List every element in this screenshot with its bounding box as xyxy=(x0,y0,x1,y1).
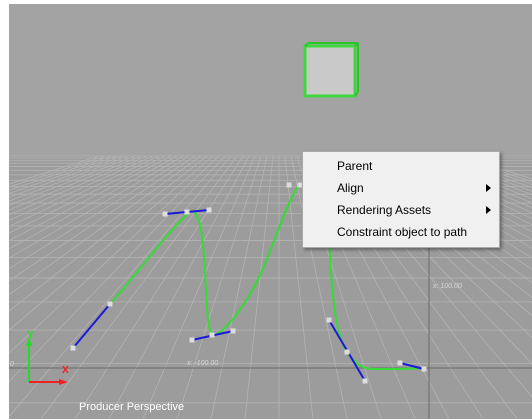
grid-line xyxy=(9,155,166,234)
axis-gizmo xyxy=(26,337,68,385)
context-menu-item-rendering-assets[interactable]: Rendering Assets xyxy=(303,200,499,220)
context-menu-item-align[interactable]: Align xyxy=(303,178,499,198)
submenu-arrow-icon xyxy=(486,206,491,214)
grid-line xyxy=(40,155,238,419)
grid-ruler-label-far-left: 0 xyxy=(10,361,14,368)
path-control-handle[interactable] xyxy=(107,301,113,307)
path-control-handle[interactable] xyxy=(286,182,292,188)
sky-background xyxy=(9,4,532,156)
menu-item-label: Align xyxy=(337,181,364,195)
x-axis-label: X xyxy=(62,365,69,376)
path-control-handle[interactable] xyxy=(326,317,332,323)
path-control-handle[interactable] xyxy=(189,337,195,343)
grid-line xyxy=(108,155,250,419)
menu-item-label: Rendering Assets xyxy=(337,203,432,217)
grid-line xyxy=(74,155,244,419)
path-control-handle[interactable] xyxy=(397,360,403,366)
grid-ruler-label-right: x: 100.00 xyxy=(433,283,462,290)
submenu-arrow-icon xyxy=(486,184,491,192)
path-control-handle[interactable] xyxy=(206,207,212,213)
grid-line xyxy=(9,155,154,221)
path-control-handle[interactable] xyxy=(344,349,350,355)
path-control-handle[interactable] xyxy=(162,211,168,217)
grid-line xyxy=(9,155,130,202)
cube-face[interactable] xyxy=(303,44,357,98)
cube-object[interactable] xyxy=(303,42,359,98)
grid-line xyxy=(9,155,118,194)
context-menu-item-parent[interactable]: Parent xyxy=(303,156,499,176)
path-control-handle[interactable] xyxy=(230,328,236,334)
grid-ruler-label-left: x: -100.00 xyxy=(187,360,219,367)
menu-item-label: Constraint object to path xyxy=(337,225,468,239)
grid-line xyxy=(9,155,232,418)
context-menu-item-constraint-object-to-path[interactable]: Constraint object to path xyxy=(303,222,499,242)
context-menu: Parent Align Rendering Assets Constraint… xyxy=(302,151,500,248)
grid-line xyxy=(142,155,256,419)
menu-item-label: Parent xyxy=(337,159,373,173)
path-control-handle[interactable] xyxy=(421,366,427,372)
path-control-handle[interactable] xyxy=(184,209,190,215)
path-control-handle[interactable] xyxy=(70,345,76,351)
viewport-name-label: Producer Perspective xyxy=(79,401,185,413)
path-control-handle[interactable] xyxy=(209,332,215,338)
y-axis-label: Y xyxy=(27,330,34,341)
tangent-line xyxy=(72,303,111,349)
path-control-handle[interactable] xyxy=(362,378,368,384)
grid-line xyxy=(9,155,226,383)
